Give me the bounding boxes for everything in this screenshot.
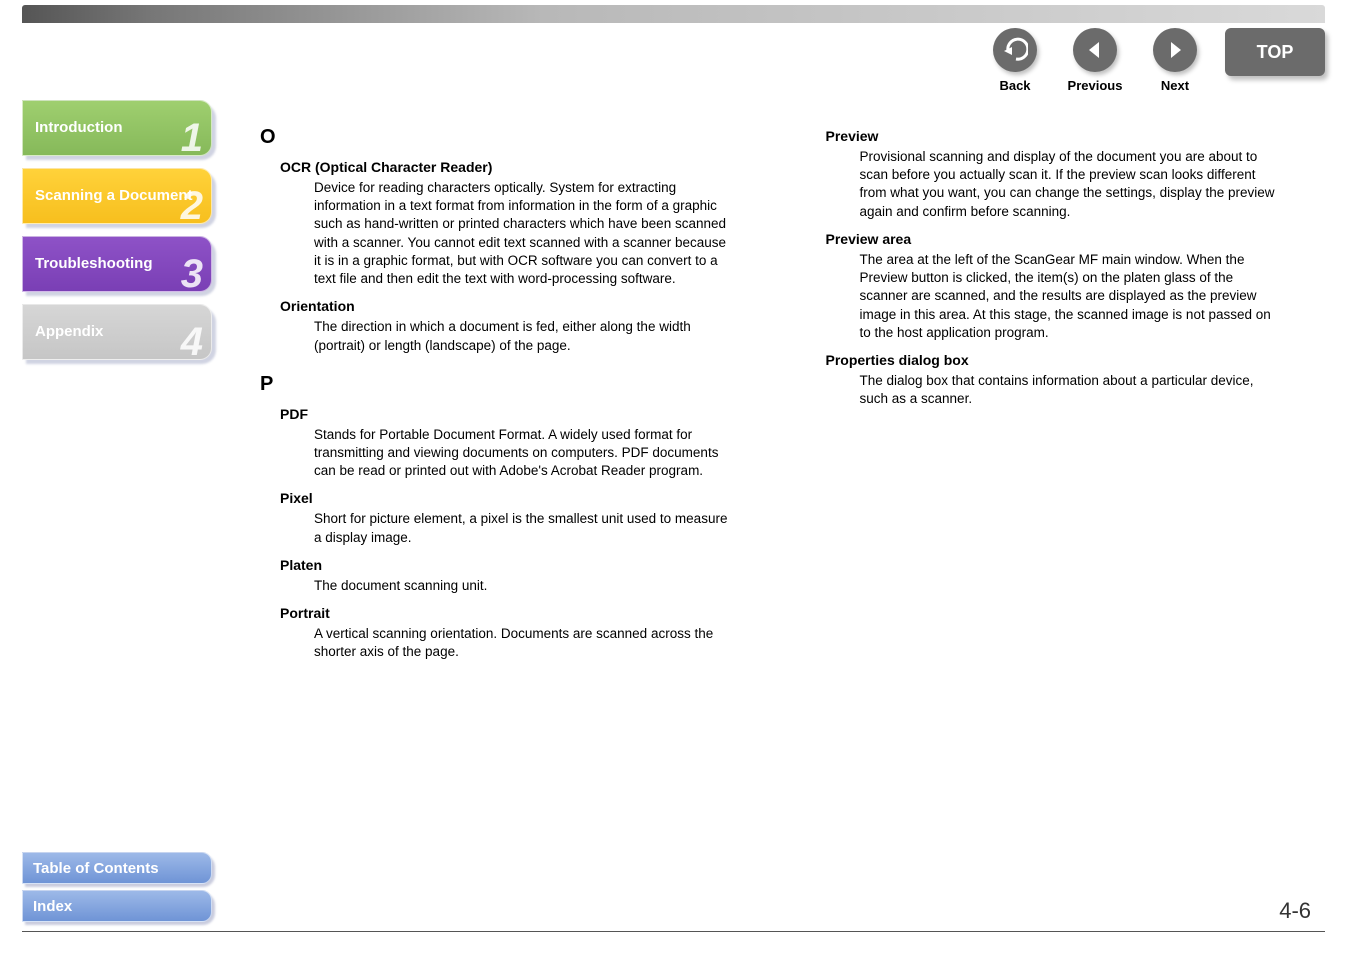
definition: The document scanning unit.: [314, 577, 734, 595]
sidebar-tab-number: 2: [181, 183, 203, 229]
content-area: O OCR (Optical Character Reader) Device …: [260, 118, 1311, 894]
sidebar-tab-label: Troubleshooting: [35, 255, 153, 272]
sidebar-tab-label: Introduction: [35, 119, 122, 136]
previous-label: Previous: [1055, 78, 1135, 93]
term: PDF: [280, 406, 746, 422]
definition: Short for picture element, a pixel is th…: [314, 510, 734, 546]
sidebar-tab-scanning[interactable]: Scanning a Document 2: [22, 168, 212, 224]
term: Portrait: [280, 605, 746, 621]
toc-button[interactable]: Table of Contents: [22, 852, 212, 884]
right-column: Preview Provisional scanning and display…: [826, 118, 1312, 894]
sidebar-tab-number: 1: [181, 115, 203, 161]
bottom-links: Table of Contents Index: [22, 846, 212, 922]
next-icon: [1153, 28, 1197, 72]
sidebar-tab-troubleshooting[interactable]: Troubleshooting 3: [22, 236, 212, 292]
definition: Provisional scanning and display of the …: [860, 148, 1280, 221]
toc-label: Table of Contents: [33, 860, 159, 877]
definition: The area at the left of the ScanGear MF …: [860, 251, 1280, 342]
sidebar-tab-introduction[interactable]: Introduction 1: [22, 100, 212, 156]
index-label: Index: [33, 898, 72, 915]
page-number: 4-6: [1279, 898, 1311, 924]
next-label: Next: [1135, 78, 1215, 93]
top-label: TOP: [1257, 42, 1294, 63]
sidebar-tab-number: 3: [181, 251, 203, 297]
definition: Stands for Portable Document Format. A w…: [314, 426, 734, 481]
term: Preview: [826, 128, 1312, 144]
nav-cluster: Back Previous Next TOP: [975, 28, 1325, 93]
term: OCR (Optical Character Reader): [280, 159, 746, 175]
definition: A vertical scanning orientation. Documen…: [314, 625, 734, 661]
term: Platen: [280, 557, 746, 573]
top-button[interactable]: TOP: [1225, 28, 1325, 76]
term: Properties dialog box: [826, 352, 1312, 368]
topbar-gradient: [22, 5, 1325, 23]
section-letter: O: [260, 126, 746, 149]
previous-icon: [1073, 28, 1117, 72]
definition: Device for reading characters optically.…: [314, 179, 734, 288]
next-button[interactable]: Next: [1135, 28, 1215, 93]
definition: The dialog box that contains information…: [860, 372, 1280, 408]
page-root: Back Previous Next TOP Intr: [0, 0, 1351, 954]
term: Preview area: [826, 231, 1312, 247]
bottom-rule: [22, 931, 1325, 932]
term: Orientation: [280, 298, 746, 314]
sidebar: Introduction 1 Scanning a Document 2 Tro…: [22, 100, 212, 372]
back-button[interactable]: Back: [975, 28, 1055, 93]
topbar: Back Previous Next TOP: [22, 0, 1325, 90]
sidebar-tab-label: Scanning a Document: [35, 187, 193, 204]
previous-button[interactable]: Previous: [1055, 28, 1135, 93]
term: Pixel: [280, 490, 746, 506]
back-icon: [993, 28, 1037, 72]
sidebar-tab-number: 4: [181, 319, 203, 365]
section-letter: P: [260, 373, 746, 396]
sidebar-tab-label: Appendix: [35, 323, 103, 340]
index-button[interactable]: Index: [22, 890, 212, 922]
back-label: Back: [975, 78, 1055, 93]
left-column: O OCR (Optical Character Reader) Device …: [260, 118, 746, 894]
definition: The direction in which a document is fed…: [314, 318, 734, 354]
sidebar-tab-appendix[interactable]: Appendix 4: [22, 304, 212, 360]
